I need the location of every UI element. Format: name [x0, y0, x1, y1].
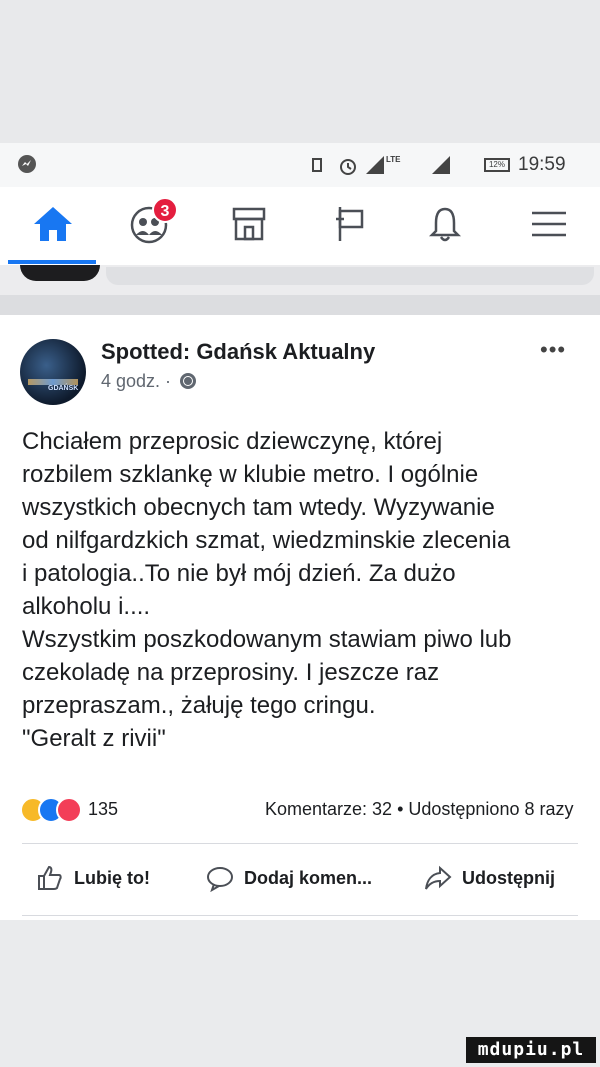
like-label: Lubię to!	[74, 867, 150, 888]
battery-icon: 12%	[484, 158, 510, 172]
signal-icon	[366, 156, 384, 174]
status-bar: LTE 12% 19:59	[0, 143, 600, 187]
clock: 19:59	[518, 154, 566, 175]
notification-square-icon	[312, 158, 322, 172]
globe-icon	[180, 373, 197, 389]
divider	[22, 915, 578, 916]
share-button[interactable]: Udostępnij	[424, 861, 555, 895]
reaction-count[interactable]: 135	[88, 799, 118, 820]
love-reaction-icon	[56, 797, 82, 823]
more-options-icon[interactable]: •••	[540, 337, 566, 363]
story-strip	[0, 265, 600, 295]
comment-label: Dodaj komen...	[244, 867, 373, 888]
lte-label: LTE	[386, 155, 401, 164]
post-text: Chciałem przeprosic dziewczynę, której r…	[22, 428, 512, 752]
thumbs-up-icon	[38, 865, 62, 890]
watch-icon[interactable]	[326, 201, 372, 247]
menu-icon[interactable]	[526, 201, 572, 247]
top-navigation: 3	[0, 187, 600, 265]
watermark-logo: mdupiu.pl	[466, 1037, 596, 1063]
comment-icon	[207, 867, 233, 892]
post-meta: 4 godz. ·	[101, 371, 197, 392]
home-icon[interactable]	[30, 201, 76, 247]
story-thumbnail[interactable]	[20, 265, 100, 281]
active-tab-indicator	[8, 260, 96, 264]
messenger-icon	[18, 155, 36, 173]
like-button[interactable]: Lubię to!	[36, 861, 150, 895]
share-label: Udostępnij	[462, 867, 555, 888]
post-time: 4 godz. ·	[101, 371, 172, 391]
page-name[interactable]: Spotted: Gdańsk Aktualny	[101, 339, 375, 365]
divider	[22, 843, 578, 844]
notifications-icon[interactable]	[422, 201, 468, 247]
signal-icon-2	[432, 156, 450, 174]
feed-separator	[0, 295, 600, 315]
page-avatar[interactable]: GDAŃSK	[20, 339, 86, 405]
alarm-icon	[340, 159, 356, 175]
friends-badge: 3	[152, 197, 178, 223]
post-card: GDAŃSK Spotted: Gdańsk Aktualny 4 godz. …	[0, 315, 600, 920]
comment-button[interactable]: Dodaj komen...	[206, 861, 372, 895]
share-icon	[425, 865, 452, 890]
marketplace-icon[interactable]	[226, 201, 272, 247]
story-placeholder	[106, 267, 594, 285]
top-background	[0, 0, 600, 143]
avatar-text: GDAŃSK	[48, 385, 79, 392]
post-stats[interactable]: Komentarze: 32 • Udostępniono 8 razy	[265, 799, 573, 820]
